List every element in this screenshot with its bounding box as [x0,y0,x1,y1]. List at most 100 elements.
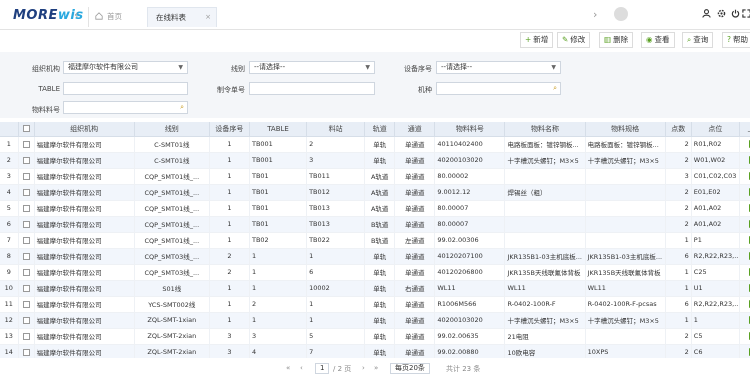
row-checkbox[interactable] [18,184,35,201]
table-cell: 5 [306,328,366,345]
row-checkbox[interactable] [18,312,35,329]
tab-scroll-left-button[interactable]: ‹ [74,8,78,21]
tab-scroll-right-button[interactable]: › [593,8,597,21]
table-row[interactable]: 13 福建摩尔软件有限公司 ZQL-SMT-2xian 3 3 5 单轨 单通道 99.02.0… [0,328,750,345]
table-row[interactable]: 4 福建摩尔软件有限公司 CQP_SMT01线_... 1 TB01 TB012 A轨道 单通… [0,184,750,201]
load-button[interactable] [739,168,750,185]
table-cell: WL11 [585,280,666,297]
table-row[interactable]: 2 福建摩尔软件有限公司 C-SMT01线 1 TB001 3 单轨 单通道 402001030… [0,152,750,169]
table-cell: CQP_SMT01线_... [134,216,210,233]
table-cell: 1 [209,168,250,185]
table-row[interactable]: 6 福建摩尔软件有限公司 CQP_SMT01线_... 1 TB01 TB013 B轨道 单通… [0,216,750,233]
table-row[interactable]: 5 福建摩尔软件有限公司 CQP_SMT01线_... 1 TB01 TB013 A轨道 单通… [0,200,750,217]
table-row[interactable]: 14 福建摩尔软件有限公司 ZQL-SMT-2xian 3 4 7 单轨 单通道 99.02.0… [0,344,750,358]
col-header[interactable]: 组织机构 [34,122,135,137]
load-button[interactable] [739,280,750,297]
load-button[interactable] [739,312,750,329]
load-button[interactable] [739,296,750,313]
row-checkbox[interactable] [18,344,35,358]
help-button[interactable]: ? 帮助 [722,32,750,48]
add-button[interactable]: + 新增 [520,32,554,48]
load-button[interactable] [739,344,750,358]
material-input[interactable]: ⌕ [63,101,188,114]
delete-button[interactable]: ▥ 删除 [599,32,634,48]
col-header[interactable]: 物料规格 [585,122,666,137]
last-page-button[interactable]: » [374,364,378,372]
search-icon[interactable]: ⌕ [180,102,184,113]
page-number-input[interactable]: 1 [315,363,330,374]
load-button[interactable] [739,264,750,281]
col-header[interactable]: 线别 [134,122,210,137]
col-header[interactable]: 物料料号 [434,122,506,137]
view-button[interactable]: ◉ 查看 [641,32,675,48]
row-checkbox[interactable] [18,264,35,281]
table-row[interactable]: 3 福建摩尔软件有限公司 CQP_SMT01线_... 1 TB01 TB011 A轨道 单通… [0,168,750,185]
col-header[interactable]: 上料 [739,122,750,137]
load-button[interactable] [739,248,750,265]
row-checkbox[interactable] [18,328,35,345]
load-button[interactable] [739,328,750,345]
user-icon[interactable] [702,9,711,18]
order-input[interactable] [249,82,375,95]
row-checkbox[interactable] [18,152,35,169]
power-icon[interactable] [731,9,740,18]
first-page-button[interactable]: « [286,364,290,372]
search-icon[interactable]: ⌕ [553,83,557,94]
table-cell: 1 [209,184,250,201]
query-button[interactable]: ⌕ 查询 [682,32,714,48]
table-input[interactable] [63,82,188,95]
device-select[interactable]: --请选择-- ▼ [436,61,561,74]
col-header[interactable]: 点位 [691,122,740,137]
table-cell: A轨道 [364,200,396,217]
table-row[interactable]: 12 福建摩尔软件有限公司 ZQL-SMT-1xian 1 1 1 单轨 单通道 4020010… [0,312,750,329]
col-header[interactable]: 轨道 [364,122,396,137]
org-select[interactable]: 福建摩尔软件有限公司 ▼ [63,61,188,74]
table-cell: 1 [209,152,250,169]
table-row[interactable]: 7 福建摩尔软件有限公司 CQP_SMT01线_... 1 TB02 TB022 B轨道 左通… [0,232,750,249]
table-cell: 单通道 [394,328,436,345]
page-size-select[interactable]: 每页20条 [390,363,430,374]
table-row[interactable]: 8 福建摩尔软件有限公司 CQP_SMT03线_... 2 1 1 单轨 单通道 4012020… [0,248,750,265]
table-row[interactable]: 1 福建摩尔软件有限公司 C-SMT01线 1 TB001 2 单轨 单通道 401104024… [0,136,750,153]
table-cell: R-0402-100R-F [504,296,586,313]
table-row[interactable]: 10 福建摩尔软件有限公司 S01线 1 1 10002 单轨 右通道 WL11 WL11 WL11… [0,280,750,297]
prev-page-button[interactable]: ‹ [300,364,303,372]
table-cell: 10XPS [585,344,666,358]
row-checkbox[interactable] [18,200,35,217]
col-header[interactable]: TABLE [249,122,308,137]
tab-home[interactable]: 首页 [88,7,144,27]
table-cell: 福建摩尔软件有限公司 [34,312,135,329]
table-cell: 2 [665,328,692,345]
next-page-button[interactable]: › [362,364,365,372]
col-header[interactable]: 通道 [394,122,436,137]
row-checkbox[interactable] [18,216,35,233]
col-header[interactable]: 设备序号 [209,122,250,137]
row-checkbox[interactable] [18,296,35,313]
load-button[interactable] [739,200,750,217]
row-checkbox[interactable] [18,168,35,185]
tab-online-material-table[interactable]: 在线料表 × [147,7,217,27]
line-select[interactable]: --请选择-- ▼ [249,61,375,74]
col-header[interactable]: 点数 [665,122,692,137]
fullscreen-icon[interactable] [742,9,750,18]
load-button[interactable] [739,136,750,153]
table-row[interactable]: 9 福建摩尔软件有限公司 CQP_SMT03线_... 2 1 6 单轨 单通道 4012020… [0,264,750,281]
model-input[interactable]: ⌕ [436,82,561,95]
row-checkbox[interactable] [18,136,35,153]
row-checkbox[interactable] [18,280,35,297]
gear-icon[interactable] [717,9,726,18]
edit-button[interactable]: ✎ 修改 [557,32,591,48]
close-icon[interactable]: × [205,8,211,27]
select-all-checkbox[interactable] [18,122,35,137]
col-header[interactable]: 物料名称 [504,122,586,137]
load-button[interactable] [739,152,750,169]
col-header[interactable]: 料站 [306,122,366,137]
table-cell [504,232,586,249]
load-button[interactable] [739,184,750,201]
load-button[interactable] [739,216,750,233]
row-checkbox[interactable] [18,248,35,265]
row-checkbox[interactable] [18,232,35,249]
table-row[interactable]: 11 福建摩尔软件有限公司 YCS-SMT002线 1 2 1 单轨 单通道 R1006M566… [0,296,750,313]
avatar[interactable] [614,7,628,21]
load-button[interactable] [739,232,750,249]
